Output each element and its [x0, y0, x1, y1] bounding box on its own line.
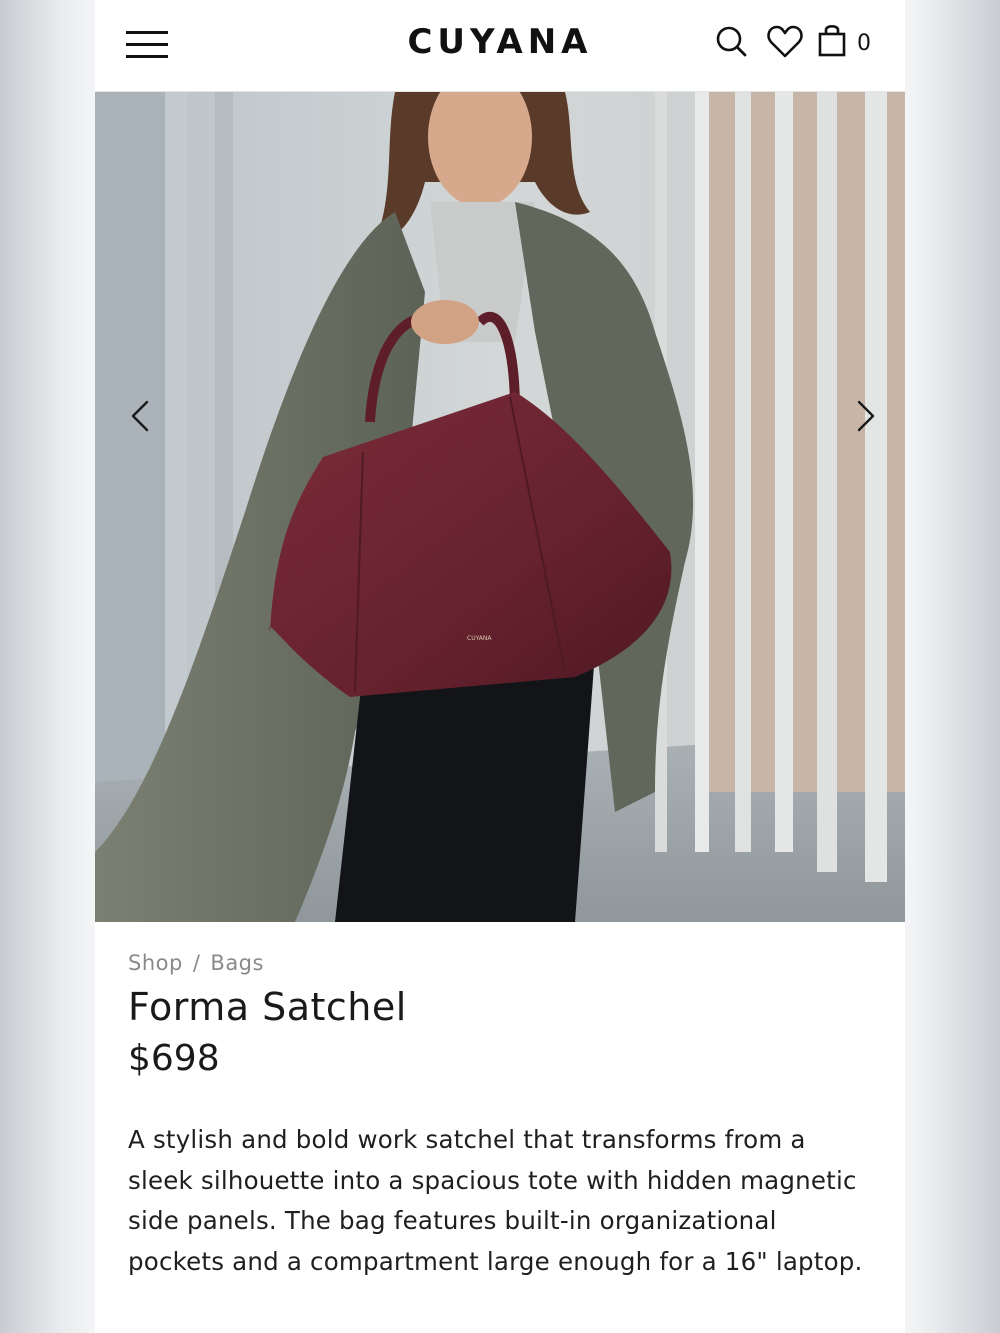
product-title: Forma Satchel: [128, 985, 407, 1029]
heart-icon[interactable]: [765, 22, 805, 62]
breadcrumb: Shop / Bags: [128, 951, 264, 975]
product-description: A stylish and bold work satchel that tra…: [128, 1125, 863, 1276]
site-header: CUYANA 0: [95, 0, 905, 92]
chevron-right-icon[interactable]: [845, 392, 885, 440]
cart-count[interactable]: 0: [857, 31, 871, 56]
svg-text:CUYANA: CUYANA: [467, 635, 492, 642]
product-page: CUYANA 0 CUYANA Shop / Bags Forma Satche…: [95, 0, 905, 1333]
breadcrumb-separator: /: [192, 951, 201, 975]
product-image-carousel[interactable]: CUYANA: [95, 92, 905, 922]
search-icon[interactable]: [712, 22, 752, 62]
breadcrumb-shop[interactable]: Shop: [128, 951, 183, 975]
product-photo: CUYANA: [95, 92, 905, 922]
shopping-bag-icon[interactable]: [814, 22, 854, 62]
breadcrumb-bags[interactable]: Bags: [210, 951, 264, 975]
chevron-left-icon[interactable]: [123, 392, 163, 440]
product-price: $698: [128, 1038, 220, 1079]
